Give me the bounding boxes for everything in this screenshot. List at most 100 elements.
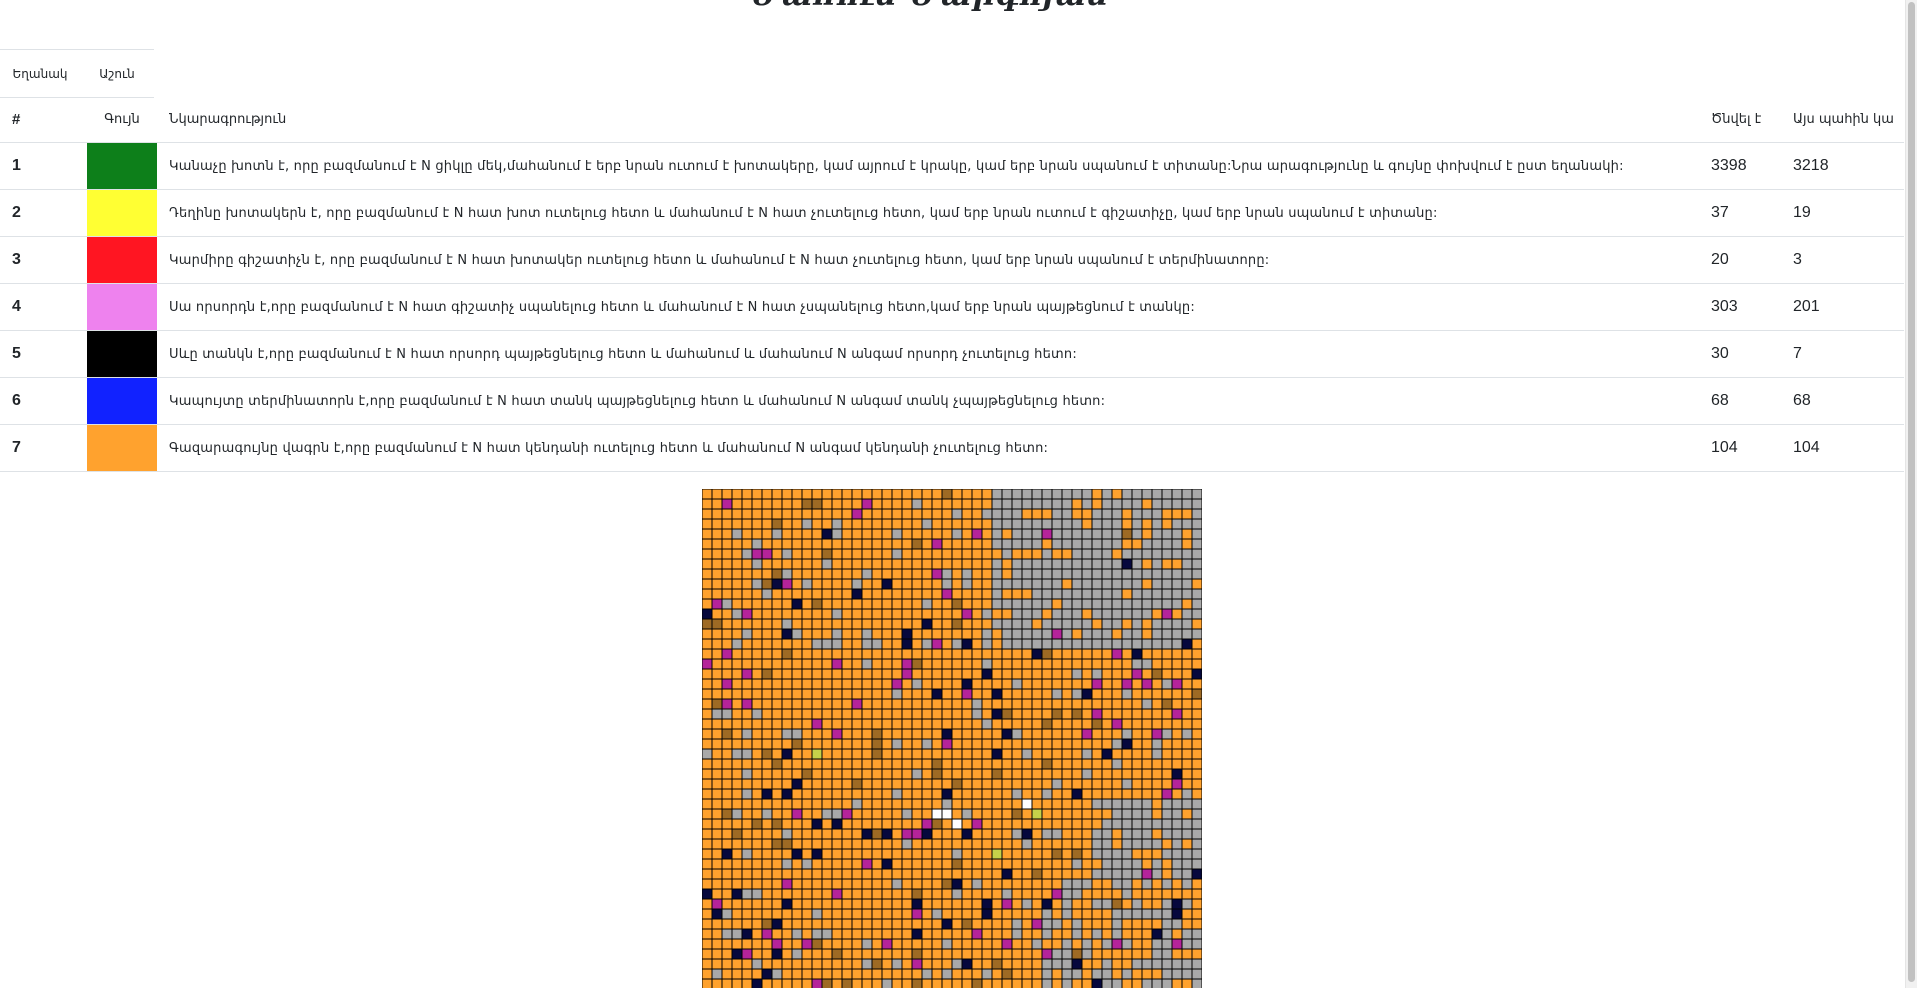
grid-cell — [711, 538, 723, 550]
grid-cell — [1131, 518, 1143, 530]
grid-cell — [861, 508, 873, 520]
grid-cell — [1171, 628, 1183, 640]
grid-cell — [781, 668, 793, 680]
grid-cell — [1111, 708, 1123, 720]
grid-cell — [741, 548, 753, 560]
grid-cell — [841, 588, 853, 600]
grid-cell — [921, 738, 933, 750]
grid-cell — [1061, 698, 1073, 710]
grid-cell — [751, 918, 763, 930]
grid-cell — [991, 528, 1003, 540]
grid-cell — [971, 918, 983, 930]
grid-cell — [991, 708, 1003, 720]
grid-cell — [971, 708, 983, 720]
grid-cell — [1141, 888, 1153, 900]
grid-cell — [761, 798, 773, 810]
grid-cell — [921, 918, 933, 930]
grid-cell — [861, 868, 873, 880]
grid-cell — [1051, 728, 1063, 740]
grid-cell — [821, 878, 833, 890]
grid-cell — [1091, 498, 1103, 510]
grid-cell — [731, 638, 743, 650]
grid-cell — [1101, 878, 1113, 890]
grid-cell — [1151, 738, 1163, 750]
grid-cell — [851, 728, 863, 740]
grid-cell — [991, 858, 1003, 870]
grid-cell — [721, 618, 733, 630]
grid-cell — [1011, 538, 1023, 550]
grid-cell — [831, 538, 843, 550]
grid-cell — [1041, 618, 1053, 630]
grid-cell — [991, 798, 1003, 810]
header-num: # — [0, 96, 87, 143]
grid-cell — [811, 708, 823, 720]
grid-cell — [1121, 718, 1133, 730]
grid-cell — [781, 828, 793, 840]
grid-cell — [911, 658, 923, 670]
grid-cell — [1141, 528, 1153, 540]
grid-cell — [1171, 738, 1183, 750]
grid-cell — [1011, 688, 1023, 700]
grid-cell — [1161, 508, 1173, 520]
grid-cell — [1161, 838, 1173, 850]
grid-cell — [961, 489, 973, 500]
grid-cell — [801, 808, 813, 820]
grid-cell — [841, 868, 853, 880]
grid-cell — [771, 768, 783, 780]
row-alive: 104 — [1781, 424, 1904, 472]
vertical-scrollbar[interactable] — [1905, 0, 1917, 988]
grid-cell — [1041, 538, 1053, 550]
grid-cell — [1111, 668, 1123, 680]
grid-cell — [791, 618, 803, 630]
grid-cell — [941, 718, 953, 730]
grid-cell — [961, 948, 973, 960]
scrollbar-thumb[interactable] — [1908, 2, 1915, 982]
grid-cell — [911, 958, 923, 970]
grid-cell — [761, 688, 773, 700]
grid-cell — [861, 848, 873, 860]
grid-cell — [1191, 548, 1202, 560]
grid-cell — [1031, 788, 1043, 800]
grid-cell — [721, 598, 733, 610]
grid-cell — [1001, 898, 1013, 910]
grid-cell — [951, 828, 963, 840]
grid-cell — [821, 848, 833, 860]
grid-cell — [771, 848, 783, 860]
grid-cell — [1031, 748, 1043, 760]
grid-cell — [951, 498, 963, 510]
grid-cell — [1111, 598, 1123, 610]
grid-cell — [1101, 748, 1113, 760]
grid-cell — [1041, 848, 1053, 860]
grid-cell — [811, 768, 823, 780]
grid-cell — [801, 748, 813, 760]
grid-cell — [961, 508, 973, 520]
grid-cell — [951, 688, 963, 700]
grid-cell — [861, 578, 873, 590]
header-color: Գույն — [87, 96, 157, 143]
grid-cell — [1141, 578, 1153, 590]
grid-cell — [821, 598, 833, 610]
grid-cell — [1171, 808, 1183, 820]
grid-cell — [1061, 718, 1073, 730]
grid-cell — [1061, 948, 1073, 960]
row-alive: 19 — [1781, 189, 1904, 237]
grid-cell — [971, 608, 983, 620]
grid-cell — [1041, 728, 1053, 740]
season-info: Եղանակ Աշուն — [0, 49, 154, 98]
grid-cell — [801, 538, 813, 550]
grid-cell — [821, 728, 833, 740]
grid-cell — [721, 938, 733, 950]
grid-cell — [721, 828, 733, 840]
grid-cell — [1171, 788, 1183, 800]
grid-cell — [1021, 928, 1033, 940]
grid-cell — [911, 638, 923, 650]
grid-cell — [781, 778, 793, 790]
grid-cell — [1161, 868, 1173, 880]
grid-cell — [1011, 838, 1023, 850]
grid-cell — [791, 798, 803, 810]
grid-cell — [761, 498, 773, 510]
grid-cell — [831, 758, 843, 770]
grid-cell — [751, 648, 763, 660]
grid-cell — [1111, 898, 1123, 910]
grid-cell — [831, 588, 843, 600]
